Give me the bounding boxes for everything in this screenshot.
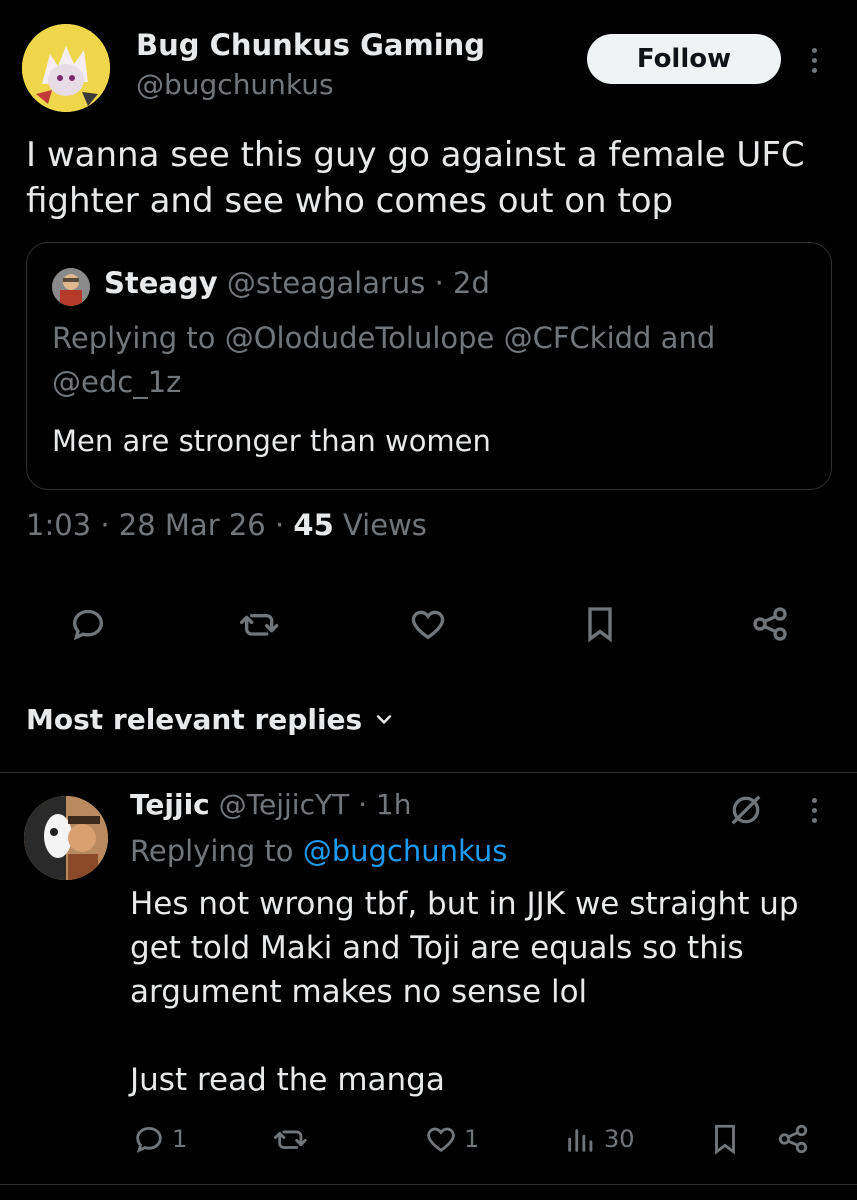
- reply-text-spacer: [130, 1014, 830, 1058]
- reply-retweet-button[interactable]: [274, 1122, 308, 1156]
- reply-mention-link[interactable]: @bugchunkus: [303, 834, 508, 868]
- grok-icon[interactable]: [726, 790, 766, 834]
- quoted-author-handle: @steagalarus: [226, 266, 426, 300]
- views-icon: [568, 1129, 593, 1152]
- reply-bookmark-button[interactable]: [708, 1122, 742, 1156]
- bookmark-icon: [715, 1124, 735, 1155]
- author-name[interactable]: Bug Chunkus Gaming: [136, 28, 485, 62]
- views-count: 45: [293, 508, 334, 542]
- reply-author-avatar[interactable]: [24, 796, 108, 880]
- reply-more-options-icon[interactable]: [804, 790, 824, 830]
- author-handle[interactable]: @bugchunkus: [136, 68, 334, 101]
- chevron-down-icon: [374, 703, 394, 736]
- reply-text-line: get told Maki and Toji are equals so thi…: [130, 930, 744, 966]
- tweet-time: 1:03: [26, 508, 92, 542]
- reply-author-handle[interactable]: @TejjicYT: [219, 788, 350, 821]
- more-options-icon[interactable]: [804, 40, 824, 80]
- tweet-text: I wanna see this guy go against a female…: [26, 135, 805, 221]
- replies-sort-dropdown[interactable]: Most relevant replies: [26, 703, 394, 736]
- reply-replying-prefix: Replying to: [130, 834, 294, 868]
- reply-time: · 1h: [358, 788, 412, 821]
- quoted-text: Men are stronger than women: [52, 424, 491, 458]
- divider: [0, 772, 857, 773]
- author-avatar[interactable]: [22, 24, 110, 112]
- reply-views-button[interactable]: 30: [564, 1122, 635, 1156]
- share-icon[interactable]: [748, 602, 792, 646]
- reply-author-name[interactable]: Tejjic: [130, 788, 210, 821]
- like-icon[interactable]: [406, 602, 450, 646]
- like-icon: [427, 1127, 455, 1153]
- retweet-icon: [274, 1130, 307, 1149]
- replies-sort-label: Most relevant replies: [26, 703, 363, 736]
- reply-views-count: 30: [604, 1125, 635, 1153]
- follow-button[interactable]: Follow: [587, 34, 781, 84]
- reply-like-button[interactable]: 1: [424, 1122, 479, 1156]
- tweet-meta: 1:03 · 28 Mar 26 · 45 Views: [26, 508, 427, 542]
- views-label: Views: [342, 508, 427, 542]
- like-count: 1: [464, 1125, 480, 1153]
- divider: [0, 1184, 857, 1185]
- tweet-date: · 28 Mar 26 ·: [100, 508, 285, 542]
- reply-share-button[interactable]: [776, 1122, 810, 1156]
- quoted-time: · 2d: [434, 266, 490, 300]
- bookmark-icon[interactable]: [578, 602, 622, 646]
- reply-text: Hes not wrong tbf, but in JJK we straigh…: [130, 882, 830, 1102]
- reply-icon: [136, 1126, 162, 1153]
- reply-text-line: Hes not wrong tbf, but in JJK we straigh…: [130, 886, 799, 922]
- reply-icon[interactable]: [66, 602, 110, 646]
- quoted-author-avatar: [52, 268, 90, 306]
- reply-count: 1: [172, 1125, 188, 1153]
- reply-text-line: argument makes no sense lol: [130, 974, 588, 1010]
- reply-text-line: Just read the manga: [130, 1062, 445, 1098]
- retweet-icon[interactable]: [238, 602, 282, 646]
- quoted-author-name: Steagy: [104, 266, 218, 300]
- reply-reply-button[interactable]: 1: [132, 1122, 187, 1156]
- share-icon: [778, 1124, 808, 1154]
- quoted-replying-to: Replying to @OlodudeTolulope @CFCkidd an…: [52, 321, 716, 399]
